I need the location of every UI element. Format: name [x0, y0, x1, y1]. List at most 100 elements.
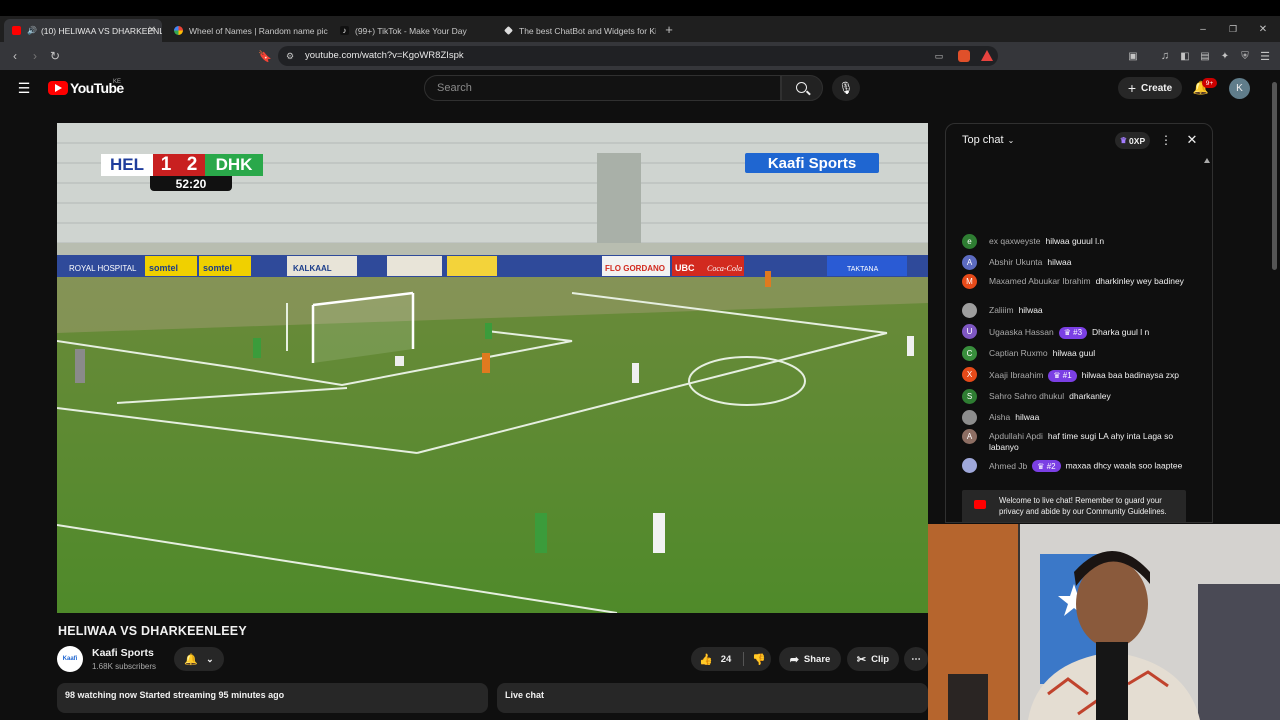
rewards-icon[interactable]: [981, 50, 993, 61]
music-icon[interactable]: ♫: [1158, 48, 1172, 64]
minimize-icon[interactable]: –: [1196, 22, 1210, 36]
avatar: [962, 458, 977, 473]
chat-message: U Ugaaska Hassan ♛ #3 Dharka guul l n: [962, 324, 1192, 339]
avatar: M: [962, 274, 977, 289]
rank-badge: ♛ #2: [1032, 460, 1061, 472]
video-player[interactable]: ROYAL HOSPITAL somtel somtel KALKAAL FLO…: [57, 123, 928, 613]
account-avatar[interactable]: K: [1229, 78, 1250, 99]
leo-ai-icon[interactable]: ✦: [1218, 48, 1232, 64]
chat-author[interactable]: Captian Ruxmo: [989, 348, 1048, 358]
close-chat-icon[interactable]: ✕: [1184, 132, 1200, 148]
close-window-icon[interactable]: ✕: [1256, 22, 1270, 36]
more-actions-button[interactable]: ⋯: [904, 647, 928, 671]
tab-close-icon[interactable]: ✕: [148, 25, 156, 36]
avatar: e: [962, 234, 977, 249]
search-button[interactable]: [781, 75, 823, 101]
notification-badge: 9+: [1202, 78, 1217, 88]
dislike-icon[interactable]: 👎: [752, 653, 766, 666]
chat-message: X Xaaji Ibraahim ♛ #1 hilwaa baa badinaysa…: [962, 367, 1192, 382]
chat-author[interactable]: Apdullahi Apdi: [989, 431, 1043, 441]
avatar: C: [962, 346, 977, 361]
share-button[interactable]: ➦ Share: [779, 647, 841, 671]
chat-author[interactable]: Ugaaska Hassan: [989, 327, 1054, 338]
voice-search-button[interactable]: 🎙: [832, 75, 860, 101]
subscribe-notifications-button[interactable]: 🔔 ⌄: [174, 647, 224, 671]
divider: [743, 652, 745, 666]
avatar: S: [962, 389, 977, 404]
page-scrollbar[interactable]: [1272, 82, 1277, 270]
youtube-favicon-icon: [12, 26, 21, 35]
description-box[interactable]: 98 watching now Started streaming 95 min…: [57, 683, 488, 713]
wallet-icon[interactable]: ▤: [1198, 48, 1212, 64]
more-horizontal-icon: ⋯: [911, 653, 921, 665]
channel-avatar[interactable]: Kaafi: [57, 646, 83, 672]
tab-wheel-of-names[interactable]: Wheel of Names | Random name picker: [166, 19, 328, 42]
chat-author[interactable]: Maxamed Abuukar Ibrahim: [989, 276, 1091, 286]
chat-message: A Abshir Ukunta hilwaa: [962, 255, 1192, 270]
broadcaster-logo: Kaafi Sports: [745, 153, 879, 173]
clip-button[interactable]: ✂ Clip: [847, 647, 899, 671]
back-icon[interactable]: ‹: [8, 48, 22, 64]
menu-icon[interactable]: ☰: [1258, 48, 1272, 64]
diamond-icon: [504, 26, 513, 35]
avatar: A: [962, 255, 977, 270]
video-title: HELIWAA VS DHARKEENLEEY: [58, 624, 247, 638]
avatar: [962, 303, 977, 318]
sidebar-panel-icon[interactable]: ▣: [1126, 48, 1140, 64]
chat-text: dharkinley wey badiney: [1095, 276, 1184, 286]
country-code: KE: [113, 79, 122, 85]
more-options-icon[interactable]: ⋮: [1159, 132, 1173, 148]
create-button[interactable]: + Create: [1118, 77, 1182, 99]
chat-author[interactable]: Abshir Ukunta: [989, 257, 1042, 267]
youtube-logo-icon[interactable]: [48, 81, 68, 95]
stream-start: Started streaming 95 minutes ago: [139, 690, 285, 700]
tab-kick-bot[interactable]: The best ChatBot and Widgets for Kick: [496, 19, 656, 42]
reader-icon[interactable]: ◧: [1178, 48, 1192, 64]
chat-author[interactable]: Aisha: [989, 412, 1010, 422]
tab-tiktok[interactable]: ♪ (99+) TikTok - Make Your Day: [332, 19, 492, 42]
vpn-shield-icon[interactable]: ⛨: [1238, 48, 1252, 64]
tab-youtube[interactable]: 🔊 (10) HELIWAA VS DHARKEENLEEY ✕: [4, 19, 162, 42]
scroll-up-arrow[interactable]: [1204, 158, 1210, 163]
channel-name[interactable]: Kaafi Sports: [92, 647, 154, 659]
site-info-icon[interactable]: ⚙: [284, 48, 296, 64]
like-icon[interactable]: 👍: [699, 653, 713, 666]
chat-message: M Maxamed Abuukar Ibrahim dharkinley wey …: [962, 274, 1192, 289]
points-chip[interactable]: ♛ 0XP: [1115, 132, 1150, 149]
live-chat-header: Live chat: [497, 683, 928, 713]
forward-icon[interactable]: ›: [28, 48, 42, 64]
new-tab-button[interactable]: +: [662, 21, 676, 37]
chevron-down-icon: ⌄: [1007, 135, 1015, 145]
ad-board-text: somtel: [203, 263, 232, 273]
chat-message: Aisha hilwaa: [962, 410, 1192, 425]
chat-author[interactable]: ex qaxweyste: [989, 236, 1041, 246]
chat-text: hilwaa guuul l.n: [1045, 236, 1105, 246]
chat-text: hilwaa: [1018, 305, 1043, 315]
chat-text: hilwaa baa badinaysa zxp: [1081, 370, 1179, 380]
brave-shield-icon[interactable]: [958, 50, 970, 62]
watching-count: 98 watching now: [65, 690, 138, 700]
url-bar[interactable]: ⚙ youtube.com/watch?v=KgoWR8ZIspk ▭: [278, 46, 998, 66]
chat-author[interactable]: Ahmed Jb: [989, 461, 1027, 471]
avatar: A: [962, 429, 977, 444]
avatar: U: [962, 324, 977, 339]
chat-mode-dropdown[interactable]: Top chat ⌄: [962, 134, 1014, 146]
chat-author[interactable]: Sahro Sahro dhukul: [989, 391, 1064, 401]
maximize-icon[interactable]: ❐: [1226, 22, 1240, 36]
chat-author[interactable]: Zaliiim: [989, 305, 1014, 315]
bell-icon: 🔔: [184, 653, 199, 666]
search-input[interactable]: Search: [424, 75, 781, 101]
create-label: Create: [1141, 82, 1173, 94]
cast-icon[interactable]: ▭: [933, 48, 945, 64]
reload-icon[interactable]: ↻: [48, 48, 62, 64]
bookmark-icon[interactable]: 🔖: [258, 48, 272, 64]
crown-icon: ♛: [1119, 136, 1128, 145]
chat-text: maxaa dhcy waala soo laaptee: [1065, 460, 1183, 471]
rank-value: #1: [1062, 371, 1072, 380]
live-chat-panel: Top chat ⌄ ♛ 0XP ⋮ ✕ e ex qaxweyste hilwa…: [945, 123, 1213, 523]
search-icon-handle: [806, 90, 811, 96]
chat-author[interactable]: Xaaji Ibraahim: [989, 370, 1043, 381]
guide-menu-icon[interactable]: ☰: [16, 80, 32, 96]
chat-message: A Apdullahi Apdi haf time sugi LA ahy int…: [962, 429, 1192, 453]
like-dislike-group: 👍 24 👎: [691, 647, 771, 671]
